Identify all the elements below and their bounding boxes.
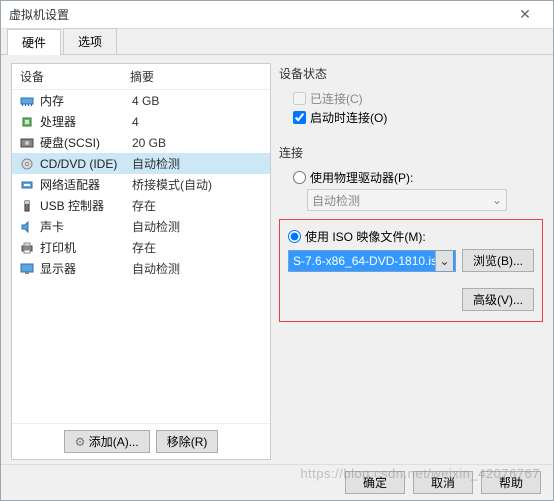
connect-at-poweron-row[interactable]: 启动时连接(O)	[293, 109, 543, 126]
connected-label: 已连接(C)	[310, 90, 363, 107]
physical-drive-radio-row[interactable]: 使用物理驱动器(P):	[293, 169, 543, 186]
hardware-name: 硬盘(SCSI)	[40, 134, 132, 151]
physical-drive-radio[interactable]	[293, 171, 306, 184]
header-summary: 摘要	[130, 68, 154, 85]
hardware-row[interactable]: 打印机存在	[12, 237, 270, 258]
vm-settings-window: 虚拟机设置 ✕ 硬件 选项 设备 摘要 内存4 GB处理器4硬盘(SCSI)20…	[0, 0, 554, 501]
hardware-name: 网络适配器	[40, 176, 132, 193]
header-device: 设备	[20, 68, 130, 85]
hardware-name: CD/DVD (IDE)	[40, 157, 132, 171]
physical-drive-value: 自动检测	[312, 192, 360, 209]
hardware-row[interactable]: CD/DVD (IDE)自动检测	[12, 153, 270, 174]
hardware-row[interactable]: 硬盘(SCSI)20 GB	[12, 132, 270, 153]
hardware-summary: 4	[132, 115, 139, 129]
hardware-name: 内存	[40, 92, 132, 109]
cd-icon	[18, 157, 36, 171]
connected-checkbox-row: 已连接(C)	[293, 90, 543, 107]
hardware-summary: 自动检测	[132, 218, 180, 235]
network-icon	[18, 178, 36, 192]
connect-at-poweron-label: 启动时连接(O)	[310, 109, 387, 126]
close-icon[interactable]: ✕	[505, 6, 545, 23]
hardware-summary: 存在	[132, 197, 156, 214]
tab-options[interactable]: 选项	[63, 28, 117, 54]
hardware-name: 处理器	[40, 113, 132, 130]
hardware-list-panel: 设备 摘要 内存4 GB处理器4硬盘(SCSI)20 GBCD/DVD (IDE…	[11, 63, 271, 460]
sound-icon	[18, 220, 36, 234]
hardware-list-buttons: ⚙ 添加(A)... 移除(R)	[12, 423, 270, 459]
help-button[interactable]: 帮助	[481, 471, 541, 494]
connect-at-poweron-checkbox[interactable]	[293, 111, 306, 124]
tab-hardware[interactable]: 硬件	[7, 29, 61, 55]
window-title: 虚拟机设置	[9, 6, 505, 23]
hardware-name: 打印机	[40, 239, 132, 256]
hardware-row[interactable]: 处理器4	[12, 111, 270, 132]
add-button-label: 添加(A)...	[89, 435, 139, 449]
hardware-row[interactable]: 网络适配器桥接模式(自动)	[12, 174, 270, 195]
content-area: 设备 摘要 内存4 GB处理器4硬盘(SCSI)20 GBCD/DVD (IDE…	[1, 55, 553, 464]
hardware-name: 显示器	[40, 260, 132, 277]
add-hardware-button[interactable]: ⚙ 添加(A)...	[64, 430, 150, 453]
hardware-summary: 4 GB	[132, 94, 159, 108]
printer-icon	[18, 241, 36, 255]
memory-icon	[18, 94, 36, 108]
advanced-button[interactable]: 高级(V)...	[462, 288, 534, 311]
iso-file-radio-row[interactable]: 使用 ISO 映像文件(M):	[288, 228, 534, 245]
dialog-footer: 确定 取消 帮助	[1, 464, 553, 500]
iso-file-radio[interactable]	[288, 230, 301, 243]
ok-button[interactable]: 确定	[345, 471, 405, 494]
cpu-icon	[18, 115, 36, 129]
physical-drive-select: 自动检测 ⌄	[307, 189, 507, 211]
iso-file-label: 使用 ISO 映像文件(M):	[305, 228, 426, 245]
browse-button[interactable]: 浏览(B)...	[462, 249, 534, 272]
cancel-button[interactable]: 取消	[413, 471, 473, 494]
connected-checkbox	[293, 92, 306, 105]
status-group-title: 设备状态	[279, 65, 543, 82]
gear-icon: ⚙	[75, 435, 86, 449]
chevron-down-icon: ⌄	[492, 193, 502, 207]
hardware-row[interactable]: USB 控制器存在	[12, 195, 270, 216]
hardware-name: 声卡	[40, 218, 132, 235]
tab-bar: 硬件 选项	[1, 29, 553, 55]
remove-hardware-button[interactable]: 移除(R)	[156, 430, 219, 453]
usb-icon	[18, 199, 36, 213]
connection-group-title: 连接	[279, 144, 543, 161]
hardware-summary: 20 GB	[132, 136, 166, 150]
hardware-row[interactable]: 声卡自动检测	[12, 216, 270, 237]
hardware-summary: 自动检测	[132, 260, 180, 277]
physical-drive-label: 使用物理驱动器(P):	[310, 169, 413, 186]
iso-file-select[interactable]: S-7.6-x86_64-DVD-1810.iso ⌄	[288, 250, 456, 272]
display-icon	[18, 262, 36, 276]
hardware-list: 内存4 GB处理器4硬盘(SCSI)20 GBCD/DVD (IDE)自动检测网…	[12, 90, 270, 423]
hardware-row[interactable]: 显示器自动检测	[12, 258, 270, 279]
disk-icon	[18, 136, 36, 150]
hardware-summary: 自动检测	[132, 155, 180, 172]
iso-file-value: S-7.6-x86_64-DVD-1810.iso	[293, 254, 444, 268]
chevron-down-icon[interactable]: ⌄	[435, 251, 453, 271]
hardware-name: USB 控制器	[40, 197, 132, 214]
hardware-row[interactable]: 内存4 GB	[12, 90, 270, 111]
titlebar: 虚拟机设置 ✕	[1, 1, 553, 29]
hardware-summary: 桥接模式(自动)	[132, 176, 212, 193]
hardware-list-header: 设备 摘要	[12, 64, 270, 90]
device-detail-panel: 设备状态 已连接(C) 启动时连接(O) 连接 使用物理驱动器(P):	[279, 63, 543, 460]
iso-highlight-box: 使用 ISO 映像文件(M): S-7.6-x86_64-DVD-1810.is…	[279, 219, 543, 322]
hardware-summary: 存在	[132, 239, 156, 256]
